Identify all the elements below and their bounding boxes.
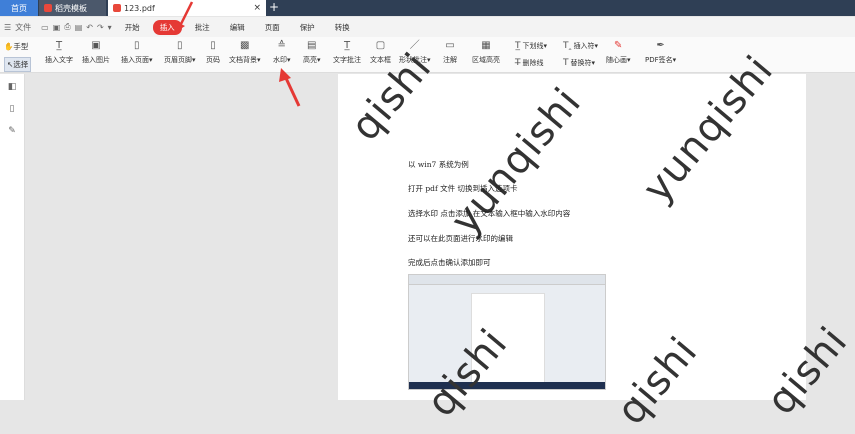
select-tool[interactable]: ↖选择 (4, 57, 32, 72)
area-highlight-button[interactable]: ▦ 区域高亮 (472, 39, 500, 65)
insert-page-icon: ▯ (133, 40, 140, 51)
tab-page[interactable]: 页面 (258, 20, 287, 35)
underline-icon: T̲ (515, 41, 521, 51)
annotation-arrow-insert (175, 1, 194, 32)
tab-start[interactable]: 开始 (118, 20, 147, 35)
pdf-sign-button[interactable]: ✒ PDF签名▾ (645, 39, 676, 65)
watermark-text-5: qishi (608, 328, 707, 434)
tab-convert[interactable]: 转换 (328, 20, 357, 35)
left-panel: ◧ ▯ ✎ (0, 74, 25, 400)
print-icon[interactable]: ⎙ (64, 22, 70, 32)
screenshot-toolbar (409, 275, 605, 285)
bookmark-icon[interactable]: ◧ (6, 82, 18, 94)
open-icon[interactable]: ▭ (41, 23, 49, 32)
tab-daoke[interactable]: 稻壳模板 (39, 0, 106, 16)
doc-line: 还可以在此页面进行水印的编辑 (408, 234, 513, 243)
textbox-icon: ▢ (375, 40, 386, 51)
replace-symbol-icon: T (563, 58, 569, 68)
note-button[interactable]: ▭ 注解 (443, 39, 457, 65)
background-button[interactable]: ▩ 文档背景▾ (229, 39, 261, 65)
watermark-text-6: qishi (758, 318, 855, 424)
textbox-button[interactable]: ▢ 文本框 (370, 39, 391, 65)
document-page: qishi yunqishi yunqishi 以 win7 系统为例 打开 p… (338, 44, 855, 434)
tab-daoke-label: 稻壳模板 (55, 3, 87, 13)
freehand-icon: ✎ (614, 40, 623, 51)
header-footer-button[interactable]: ▯ 页眉页脚▾ (164, 39, 196, 65)
doc-line: 选择水印 点击添加 在文本输入框中输入水印内容 (408, 209, 571, 218)
insert-text-icon: T̲ (55, 40, 63, 51)
title-bar: 首页 稻壳模板 123.pdf × + (0, 0, 855, 16)
note-icon: ▭ (445, 40, 455, 51)
redo-icon[interactable]: ↷ (97, 23, 104, 32)
annotation-arrow-watermark (279, 68, 301, 107)
undo-icon[interactable]: ↶ (86, 23, 93, 32)
hand-icon: ✋ (4, 42, 14, 51)
background-icon: ▩ (240, 40, 250, 51)
watermark-button[interactable]: ≙ 水印▾ (273, 39, 291, 65)
thumbnail-icon[interactable]: ▯ (6, 104, 18, 116)
highlight-button[interactable]: ▤ 高亮▾ (303, 39, 321, 65)
pdf-sign-icon: ✒ (656, 40, 665, 51)
file-menu[interactable]: 文件 (15, 22, 31, 33)
tab-home-label: 首页 (11, 3, 27, 13)
add-tab-button[interactable]: + (266, 0, 282, 16)
page-number-icon: ▯ (210, 40, 216, 51)
menu-icon[interactable]: ☰ (4, 23, 11, 32)
tab-edit[interactable]: 编辑 (223, 20, 252, 35)
text-comment-button[interactable]: T̲ 文字批注 (333, 39, 361, 65)
doc-line: 以 win7 系统为例 (408, 160, 469, 169)
watermark-icon: ≙ (277, 40, 286, 51)
text-comment-icon: T̲ (343, 40, 351, 51)
highlight-icon: ▤ (307, 40, 317, 51)
underline-button[interactable]: T̲ 下划线▾ (515, 41, 547, 51)
header-footer-icon: ▯ (176, 40, 183, 51)
close-icon[interactable]: × (253, 3, 261, 13)
insert-image-button[interactable]: ▣ 插入图片 (82, 39, 110, 65)
strikethrough-button[interactable]: T̶ 删除线 (515, 58, 544, 68)
annotation-icon[interactable]: ✎ (6, 126, 18, 138)
doc-line: 完成后点击确认添加即可 (408, 258, 491, 267)
hand-tool[interactable]: ✋手型 (4, 41, 28, 52)
tab-protect[interactable]: 保护 (293, 20, 322, 35)
replace-symbol-button[interactable]: T 替换符▾ (563, 58, 595, 68)
save-icon[interactable]: ▣ (53, 23, 61, 32)
tab-home[interactable]: 首页 (0, 0, 38, 16)
dropdown-icon[interactable]: ▾ (108, 23, 112, 32)
freehand-button[interactable]: ✎ 随心画▾ (606, 39, 631, 65)
export-icon[interactable]: ▤ (75, 23, 83, 32)
area-highlight-icon: ▦ (481, 40, 491, 51)
insert-symbol-button[interactable]: T‸ 插入符▾ (563, 41, 598, 51)
daoke-icon (44, 4, 52, 12)
insert-text-button[interactable]: T̲ 插入文字 (45, 39, 73, 65)
insert-page-button[interactable]: ▯ 插入页面▾ (121, 39, 153, 65)
menu-bar: ☰ 文件 ▭ ▣ ⎙ ▤ ↶ ↷ ▾ 开始 插入 批注 编辑 页面 保护 转换 (0, 17, 855, 37)
doc-line: 打开 pdf 文件 切换到插入选项卡 (408, 184, 518, 193)
insert-symbol-icon: T‸ (563, 41, 572, 51)
pdf-file-icon (113, 4, 121, 12)
strikethrough-icon: T̶ (515, 58, 521, 68)
insert-image-icon: ▣ (91, 40, 101, 51)
tab-pdf-label: 123.pdf (124, 3, 155, 13)
page-number-button[interactable]: ▯ 页码 (206, 39, 220, 65)
